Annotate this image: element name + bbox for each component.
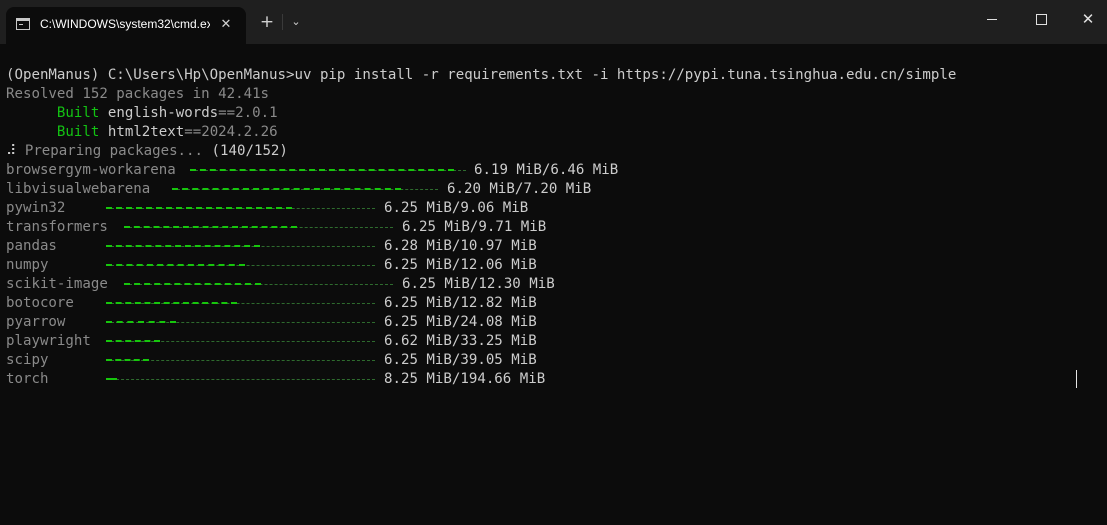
download-size: 6.25 MiB/39.05 MiB	[384, 352, 537, 368]
package-progress-row: botocore 6.25 MiB/12.82 MiB	[6, 294, 706, 313]
download-size: 6.28 MiB/10.97 MiB	[384, 238, 537, 254]
built-line: Built html2text==2024.2.26	[6, 123, 278, 142]
terminal-output[interactable]: (OpenManus) C:\Users\Hp\OpenManus>uv pip…	[0, 44, 1107, 525]
preparing-text: Preparing packages...	[24, 143, 204, 159]
built-package-version: ==2024.2.26	[184, 124, 278, 140]
progress-fill	[106, 321, 176, 324]
maximize-icon	[1035, 13, 1047, 25]
cmd-icon	[16, 18, 30, 30]
tab-separator	[282, 14, 283, 30]
built-package-name: html2text	[107, 124, 185, 140]
spinner-icon: ⠼	[6, 143, 17, 159]
package-progress-row: libvisualwebarena 6.20 MiB/7.20 MiB	[6, 180, 706, 199]
close-tab-icon[interactable]: ✕	[217, 16, 235, 34]
maximize-button[interactable]	[1018, 0, 1064, 38]
package-progress-row: pywin32 6.25 MiB/9.06 MiB	[6, 199, 706, 218]
package-progress-row: playwright 6.62 MiB/33.25 MiB	[6, 332, 706, 351]
download-size: 6.25 MiB/24.08 MiB	[384, 314, 537, 330]
package-name: torch	[6, 371, 49, 387]
text-cursor	[1076, 370, 1077, 388]
progress-fill	[124, 283, 261, 286]
package-name: playwright	[6, 333, 91, 349]
progress-fill	[106, 378, 117, 381]
package-name: pyarrow	[6, 314, 66, 330]
built-line: Built english-words==2.0.1	[6, 104, 278, 123]
package-name: pandas	[6, 238, 57, 254]
minimize-icon	[987, 18, 997, 20]
progress-fill	[172, 188, 401, 191]
built-keyword: Built	[56, 124, 100, 140]
package-progress-row: transformers 6.25 MiB/9.71 MiB	[6, 218, 706, 237]
package-progress-row: pyarrow 6.25 MiB/24.08 MiB	[6, 313, 706, 332]
download-size: 6.25 MiB/12.06 MiB	[384, 257, 537, 273]
package-progress-row: scipy 6.25 MiB/39.05 MiB	[6, 351, 706, 370]
built-package-name: english-words	[107, 105, 219, 121]
progress-fill	[106, 359, 149, 362]
package-name: scipy	[6, 352, 49, 368]
progress-fill	[106, 264, 245, 267]
progress-fill	[106, 340, 160, 343]
built-keyword: Built	[56, 105, 100, 121]
download-size: 6.25 MiB/12.82 MiB	[384, 295, 537, 311]
download-size: 6.62 MiB/33.25 MiB	[384, 333, 537, 349]
download-size: 6.25 MiB/9.71 MiB	[402, 219, 547, 235]
progress-track	[106, 379, 375, 381]
download-size: 6.25 MiB/9.06 MiB	[384, 200, 529, 216]
package-name: botocore	[6, 295, 74, 311]
download-size: 6.20 MiB/7.20 MiB	[447, 181, 592, 197]
package-name: pywin32	[6, 200, 66, 216]
package-progress-row: numpy 6.25 MiB/12.06 MiB	[6, 256, 706, 275]
progress-fill	[106, 302, 237, 305]
package-name: browsergym-workarena	[6, 162, 176, 178]
new-tab-button[interactable]: +	[258, 12, 276, 32]
download-size: 6.25 MiB/12.30 MiB	[402, 276, 555, 292]
chevron-down-icon[interactable]: ⌄	[288, 13, 304, 31]
progress-fill	[106, 207, 292, 210]
progress-fill	[106, 245, 260, 248]
command-line: (OpenManus) C:\Users\Hp\OpenManus>uv pip…	[6, 67, 957, 83]
progress-fill	[190, 169, 454, 172]
terminal-tab[interactable]: C:\WINDOWS\system32\cmd.exe ✕	[6, 7, 246, 44]
package-name: scikit-image	[6, 276, 108, 292]
package-name: transformers	[6, 219, 108, 235]
close-window-button[interactable]: ✕	[1065, 0, 1107, 38]
preparing-line: ⠼ Preparing packages... (140/152)	[6, 142, 288, 161]
preparing-count: (140/152)	[211, 143, 288, 159]
package-progress-row: browsergym-workarena 6.19 MiB/6.46 MiB	[6, 161, 706, 180]
package-progress-row: scikit-image 6.25 MiB/12.30 MiB	[6, 275, 706, 294]
progress-fill	[124, 226, 297, 229]
download-size: 6.19 MiB/6.46 MiB	[474, 162, 619, 178]
resolved-line: Resolved 152 packages in 42.41s	[6, 86, 270, 102]
minimize-button[interactable]	[969, 0, 1015, 38]
package-name: numpy	[6, 257, 49, 273]
tab-title: C:\WINDOWS\system32\cmd.exe	[40, 17, 210, 31]
title-bar: C:\WINDOWS\system32\cmd.exe ✕ + ⌄ ✕	[0, 0, 1107, 44]
download-size: 8.25 MiB/194.66 MiB	[384, 371, 546, 387]
package-name: libvisualwebarena	[6, 181, 151, 197]
built-package-version: ==2.0.1	[218, 105, 278, 121]
package-progress-row: pandas 6.28 MiB/10.97 MiB	[6, 237, 706, 256]
package-progress-row: torch 8.25 MiB/194.66 MiB	[6, 370, 706, 389]
